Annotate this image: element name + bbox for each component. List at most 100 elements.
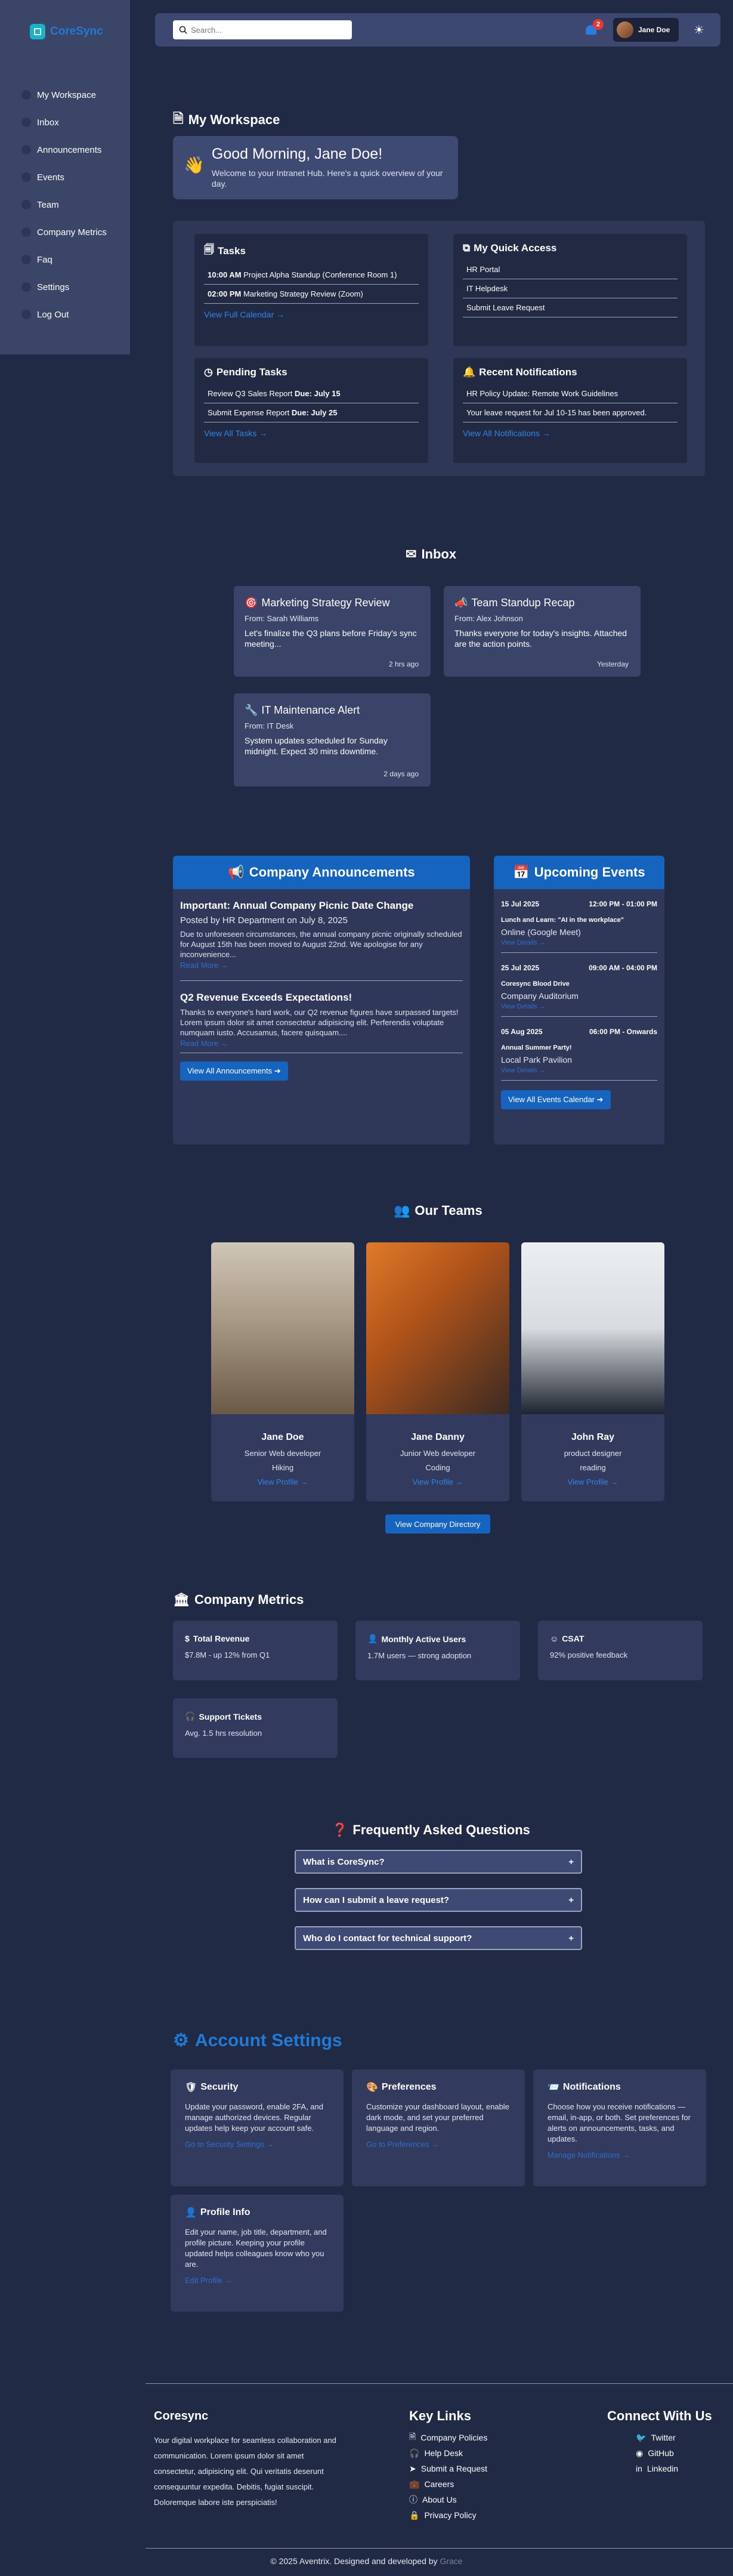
search-input[interactable] (191, 25, 340, 35)
edit-profile-link[interactable]: Edit Profile → (185, 2276, 329, 2285)
preferences-link[interactable]: Go to Preferences → (366, 2140, 511, 2149)
settings-card-profile: 👤 Profile Info Edit your name, job title,… (171, 2195, 344, 2312)
social-link-github[interactable]: ◉ GitHub (636, 2445, 712, 2461)
view-calendar-link[interactable]: View Full Calendar → (204, 310, 284, 319)
message-from: From: Alex Johnson (454, 614, 523, 623)
workspace-icon (21, 90, 31, 100)
faq-question: What is CoreSync? (303, 1856, 385, 1867)
inbox-message[interactable]: 📣 Team Standup Recap From: Alex Johnson T… (444, 586, 641, 677)
view-profile-link[interactable]: View Profile → (366, 1477, 509, 1486)
designer-link[interactable]: Grace (440, 2556, 462, 2566)
settings-card-title: Notifications (562, 2082, 621, 2092)
manage-notifications-link[interactable]: Manage Notifications → (548, 2151, 692, 2159)
message-body: Let's finalize the Q3 plans before Frida… (245, 628, 417, 649)
metric-title: Monthly Active Users (381, 1634, 466, 1644)
message-subject: 🔧 IT Maintenance Alert (245, 704, 360, 716)
event-name: Coresync Blood Drive (501, 980, 570, 988)
settings-card-preferences: 🎨 Preferences Customize your dashboard la… (352, 2069, 525, 2186)
event-details-link[interactable]: View Details → (501, 1067, 657, 1074)
metric-value: 92% positive feedback (550, 1651, 628, 1659)
task-row: 10:00 AM Project Alpha Standup (Conferen… (204, 266, 419, 285)
notifications-button[interactable]: 2 (583, 19, 604, 38)
settings-card-notifications: 📨 Notifications Choose how you receive no… (533, 2069, 706, 2186)
event-item: 25 Jul 2025 09:00 AM - 04:00 PM Coresync … (501, 964, 657, 1017)
message-from: From: Sarah Williams (245, 614, 319, 623)
social-link-twitter[interactable]: 🐦 Twitter (636, 2430, 712, 2445)
event-details-link[interactable]: View Details → (501, 1003, 657, 1010)
announcement-title: Important: Annual Company Picnic Date Ch… (180, 900, 414, 911)
footer-link-policies[interactable]: 🗎 Company Policies (409, 2430, 487, 2445)
sidebar-item-label: Faq (37, 254, 52, 265)
read-more-link[interactable]: Read More → (180, 1039, 463, 1048)
sidebar-item-team[interactable]: Team (21, 191, 107, 218)
document-icon: 🗎 (173, 111, 184, 126)
faq-item[interactable]: Who do I contact for technical support? + (295, 1926, 582, 1950)
users-icon: 👤 (367, 1634, 378, 1643)
footer-social-title: Connect With Us (607, 2408, 712, 2423)
faq-item[interactable]: How can I submit a leave request? + (295, 1888, 582, 1912)
event-details-link[interactable]: View Details → (501, 939, 657, 946)
sidebar-item-announcements[interactable]: Announcements (21, 136, 107, 163)
social-link-linkedin[interactable]: in Linkedin (636, 2461, 712, 2476)
megaphone-icon: 📣 (454, 597, 468, 609)
view-all-events-button[interactable]: View All Events Calendar ➔ (501, 1090, 611, 1109)
sidebar-item-label: My Workspace (37, 90, 96, 100)
shield-icon: 🛡 (185, 2083, 197, 2093)
footer-link-submit-request[interactable]: ➤ Submit a Request (409, 2461, 487, 2476)
security-settings-link[interactable]: Go to Security Settings → (185, 2140, 329, 2149)
settings-card-security: 🛡 Security Update your password, enable 2… (171, 2069, 344, 2186)
member-name: Jane Doe (261, 1432, 304, 1442)
sidebar-item-company-metrics[interactable]: Company Metrics (21, 218, 107, 246)
view-all-notifications-link[interactable]: View All Notifications → (463, 428, 550, 438)
footer-link-careers[interactable]: 💼 Careers (409, 2476, 487, 2492)
metric-card: ☺ CSAT 92% positive feedback (538, 1621, 703, 1680)
faq-item[interactable]: What is CoreSync? + (295, 1850, 582, 1874)
sidebar-item-events[interactable]: Events (21, 163, 107, 191)
view-directory-button[interactable]: View Company Directory (385, 1514, 490, 1534)
quick-link-hr-portal[interactable]: HR Portal (463, 260, 678, 279)
theme-toggle[interactable]: ☀ (691, 21, 707, 38)
user-menu[interactable]: Jane Doe (613, 18, 679, 42)
pending-tasks-card: ◷ Pending Tasks Review Q3 Sales Report Du… (194, 358, 428, 463)
sidebar-item-inbox[interactable]: Inbox (21, 109, 107, 136)
workspace-panel: 🗐 Tasks 10:00 AM Project Alpha Standup (C… (173, 221, 705, 476)
notification-row: HR Policy Update: Remote Work Guidelines (463, 384, 678, 403)
footer-brand-name: Coresync (154, 2410, 209, 2423)
inbox-message[interactable]: 🔧 IT Maintenance Alert From: IT Desk Syst… (234, 693, 431, 786)
quick-link-leave-request[interactable]: Submit Leave Request (463, 298, 678, 317)
sidebar-item-settings[interactable]: Settings (21, 273, 107, 301)
greeting-heading: Good Morning, Jane Doe! (211, 146, 383, 162)
sidebar-item-my-workspace[interactable]: My Workspace (21, 81, 107, 109)
quick-link-it-helpdesk[interactable]: IT Helpdesk (463, 279, 678, 298)
sidebar-item-log-out[interactable]: Log Out (21, 301, 107, 328)
footer-link-about[interactable]: ⓘ About Us (409, 2492, 487, 2507)
pending-row: Submit Expense Report Due: July 25 (204, 403, 419, 422)
footer-link-privacy[interactable]: 🔒 Privacy Policy (409, 2507, 487, 2523)
event-time: 12:00 PM - 01:00 PM (589, 900, 657, 908)
sidebar-item-faq[interactable]: Faq (21, 246, 107, 273)
document-icon: 🗎 (409, 2432, 416, 2441)
metric-value: Avg. 1.5 hrs resolution (185, 1729, 262, 1738)
sidebar-item-label: Announcements (37, 144, 102, 155)
inbox-message[interactable]: 🎯 Marketing Strategy Review From: Sarah W… (234, 586, 431, 677)
view-profile-link[interactable]: View Profile → (521, 1477, 664, 1486)
event-date: 25 Jul 2025 (501, 964, 540, 972)
faq-question: Who do I contact for technical support? (303, 1933, 472, 1943)
target-icon: 🎯 (245, 597, 258, 609)
view-all-announcements-button[interactable]: View All Announcements ➔ (180, 1062, 288, 1081)
read-more-link[interactable]: Read More → (180, 961, 463, 970)
message-time: Yesterday (597, 660, 629, 668)
view-profile-link[interactable]: View Profile → (211, 1477, 354, 1486)
brand-logo[interactable]: CoreSync (30, 24, 103, 39)
copyright-text: © 2025 Aventrix. Designed and developed … (270, 2556, 438, 2566)
settings-card-title: Preferences (381, 2082, 437, 2092)
footer-link-help-desk[interactable]: 🎧 Help Desk (409, 2445, 487, 2461)
view-all-tasks-link[interactable]: View All Tasks → (204, 428, 267, 438)
briefcase-icon: 💼 (409, 2479, 420, 2489)
gear-icon: ⚙ (173, 2031, 189, 2050)
workspace-title: My Workspace (188, 112, 280, 127)
plus-icon: + (568, 1856, 574, 1867)
divider (501, 952, 657, 953)
mailbox-icon: 📨 (548, 2083, 559, 2093)
plus-icon: + (568, 1895, 574, 1905)
